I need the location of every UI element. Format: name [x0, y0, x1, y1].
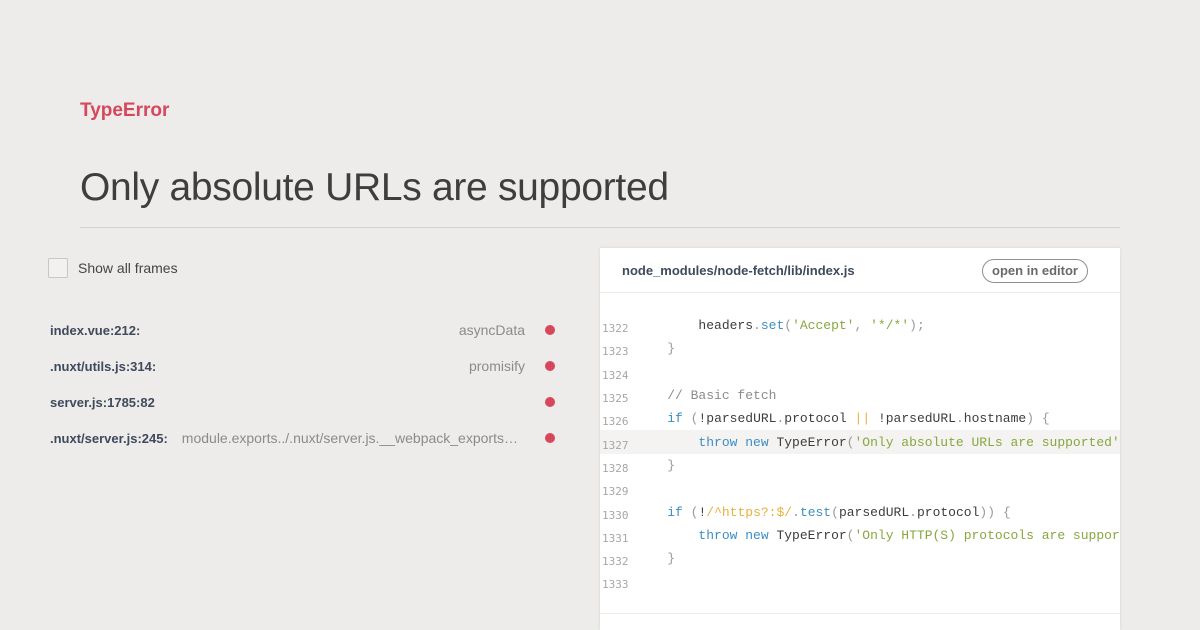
frame-file: index.vue:212: — [50, 322, 141, 338]
code-text: throw new TypeError('Only absolute URLs … — [698, 434, 1120, 450]
code-line: 1327 throw new TypeError('Only absolute … — [600, 430, 1120, 454]
code-text: } — [667, 551, 676, 567]
code-text: if (!/^https?:$/.test(parsedURL.protocol… — [667, 504, 1011, 520]
code-header: node_modules/node-fetch/lib/index.js ope… — [600, 248, 1120, 293]
open-in-editor-button[interactable]: open in editor — [982, 259, 1088, 283]
stack-frame[interactable]: index.vue:212: asyncData — [50, 312, 555, 348]
show-all-frames-toggle[interactable]: Show all frames — [48, 258, 178, 278]
frame-file: .nuxt/server.js:245: — [50, 430, 168, 446]
code-panel: node_modules/node-fetch/lib/index.js ope… — [600, 248, 1120, 630]
line-number: 1325 — [602, 392, 629, 406]
code-text: } — [667, 341, 676, 357]
code-line: 1329 — [600, 477, 1120, 500]
code-body: 1322 headers.set('Accept', '*/*'); 1323 }… — [600, 314, 1120, 594]
stack-frame[interactable]: server.js:1785:82 — [50, 384, 555, 420]
frame-indicator-dot — [545, 361, 555, 371]
stack-frame[interactable]: .nuxt/server.js:245: module.exports../.n… — [50, 420, 555, 456]
frame-indicator-dot — [545, 397, 555, 407]
code-line: 1325 // Basic fetch — [600, 384, 1120, 407]
code-text: throw new TypeError('Only HTTP(S) protoc… — [698, 527, 1120, 543]
frame-file: .nuxt/utils.js:314: — [50, 358, 157, 374]
frame-indicator-dot — [545, 433, 555, 443]
code-text: headers.set('Accept', '*/*'); — [636, 318, 925, 334]
line-number: 1324 — [602, 368, 629, 382]
show-all-frames-label: Show all frames — [78, 260, 178, 276]
code-line: 1330 if (!/^https?:$/.test(parsedURL.pro… — [600, 500, 1120, 523]
stack-frame[interactable]: .nuxt/utils.js:314: promisify — [50, 348, 555, 384]
code-line: 1322 headers.set('Accept', '*/*'); — [600, 314, 1120, 337]
line-number: 1332 — [602, 555, 629, 569]
code-line: 1324 — [600, 361, 1120, 384]
code-line: 1331 throw new TypeError('Only HTTP(S) p… — [600, 524, 1120, 547]
code-text: // Basic fetch — [667, 388, 777, 404]
line-number: 1329 — [602, 485, 629, 499]
code-line: 1333 — [600, 570, 1120, 593]
code-line: 1328 } — [600, 454, 1120, 477]
line-number: 1327 — [602, 438, 629, 452]
code-line: 1332 } — [600, 547, 1120, 570]
frame-function: module.exports../.nuxt/server.js.__webpa… — [181, 430, 525, 446]
file-path: node_modules/node-fetch/lib/index.js — [622, 263, 855, 278]
code-line: 1326 if (!parsedURL.protocol || !parsedU… — [600, 407, 1120, 430]
frame-function: promisify — [468, 358, 525, 374]
error-message: Only absolute URLs are supported — [80, 166, 669, 210]
line-number: 1323 — [602, 345, 629, 359]
frame-indicator-dot — [545, 325, 555, 335]
frame-function: asyncData — [458, 322, 525, 338]
line-number: 1322 — [602, 322, 629, 336]
line-number: 1328 — [602, 461, 629, 475]
code-text: if (!parsedURL.protocol || !parsedURL.ho… — [667, 411, 1050, 427]
code-text: } — [667, 457, 676, 473]
line-number: 1330 — [602, 508, 629, 522]
line-number: 1331 — [602, 531, 629, 545]
show-all-frames-checkbox[interactable] — [48, 258, 68, 278]
divider — [80, 227, 1120, 228]
code-footer-divider — [600, 613, 1120, 614]
code-line: 1323 } — [600, 337, 1120, 360]
stack-frames: index.vue:212: asyncData .nuxt/utils.js:… — [50, 312, 555, 456]
line-number: 1326 — [602, 415, 629, 429]
frame-file: server.js:1785:82 — [50, 394, 155, 410]
error-type: TypeError — [80, 100, 170, 121]
line-number: 1333 — [602, 578, 629, 592]
